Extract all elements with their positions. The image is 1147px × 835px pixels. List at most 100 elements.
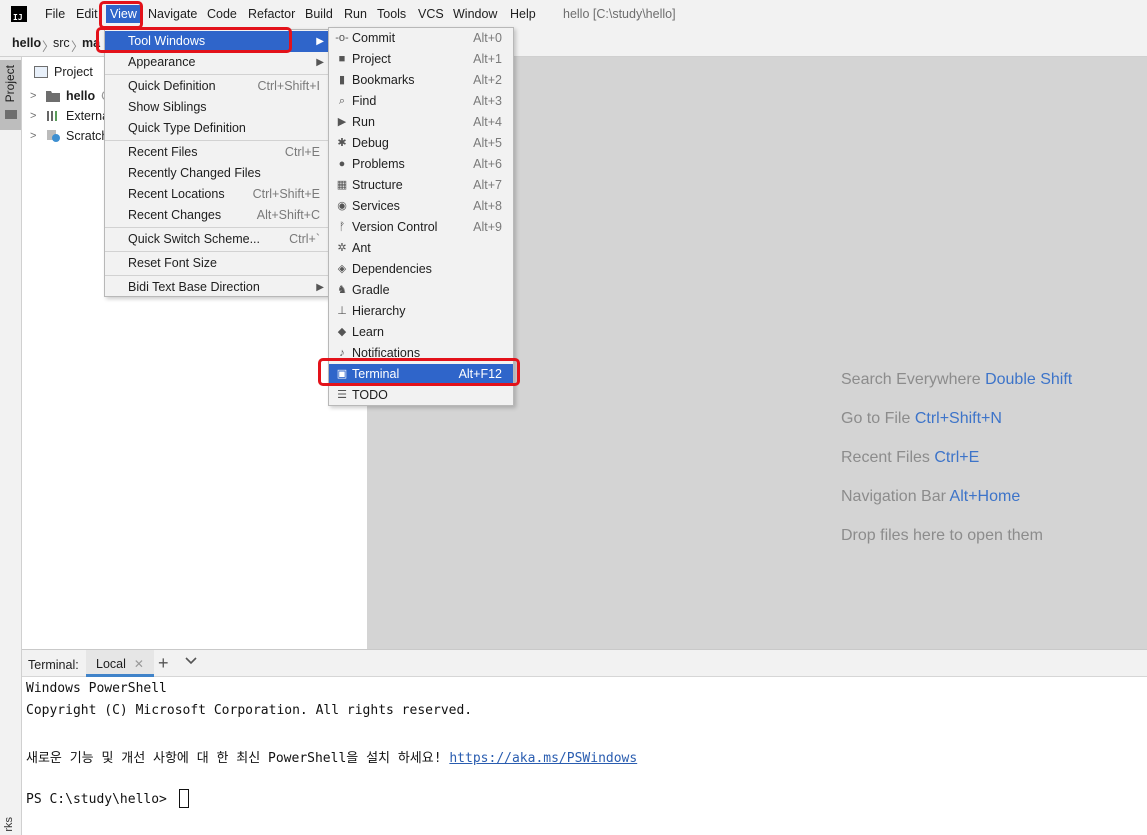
- menu-edit[interactable]: Edit: [76, 7, 98, 21]
- submenu-item-label: Commit: [352, 31, 396, 45]
- menu-item-recent-changes[interactable]: Recent Changes Alt+Shift+C: [105, 205, 328, 226]
- annotation-highlight-view: [99, 1, 143, 29]
- menu-item-quick-switch-scheme[interactable]: Quick Switch Scheme... Ctrl+`: [105, 229, 328, 250]
- project-view-icon: [34, 66, 48, 78]
- menu-separator: [105, 140, 328, 141]
- submenu-item-find[interactable]: ⌕ Find Alt+3: [329, 91, 513, 112]
- commit-icon: -o-: [335, 32, 349, 44]
- menu-item-label: Quick Type Definition: [128, 121, 246, 135]
- submenu-item-label: Version Control: [352, 220, 438, 234]
- chevron-right-icon: ▶: [316, 36, 324, 47]
- submenu-item-hierarchy[interactable]: ⊥ Hierarchy: [329, 301, 513, 322]
- branch-icon: ᚠ: [338, 221, 346, 233]
- chevron-right-icon[interactable]: >: [30, 130, 40, 142]
- menu-item-label: Quick Definition: [128, 79, 216, 93]
- terminal-tab-local[interactable]: Local ✕: [86, 650, 154, 677]
- hint-text: Recent Files: [841, 449, 930, 466]
- menu-item-show-siblings[interactable]: Show Siblings: [105, 97, 328, 118]
- terminal-line: Copyright (C) Microsoft Corporation. All…: [26, 703, 473, 718]
- terminal-line-install: 새로운 기능 및 개선 사항에 대 한 최신 PowerShell을 설치 하세…: [26, 747, 637, 766]
- submenu-item-label: Find: [352, 94, 377, 108]
- menu-run[interactable]: Run: [344, 7, 367, 21]
- menu-item-quick-type-definition[interactable]: Quick Type Definition: [105, 118, 328, 139]
- submenu-item-shortcut: Alt+7: [473, 178, 502, 192]
- submenu-item-gradle[interactable]: ♞ Gradle: [329, 280, 513, 301]
- menu-window[interactable]: Window: [453, 7, 497, 21]
- submenu-item-services[interactable]: ◉ Services Alt+8: [329, 196, 513, 217]
- submenu-item-label: Problems: [352, 157, 405, 171]
- submenu-item-project[interactable]: ■ Project Alt+1: [329, 49, 513, 70]
- menu-item-shortcut: Ctrl+Shift+E: [252, 187, 320, 201]
- layers-icon: ◈: [337, 263, 347, 275]
- list-icon: ☰: [337, 389, 347, 401]
- hint-shortcut: Ctrl+Shift+N: [914, 410, 1002, 427]
- hint-search-everywhere: Search Everywhere Double Shift: [841, 371, 1072, 389]
- chevron-right-icon[interactable]: >: [30, 90, 40, 102]
- warning-icon: ●: [338, 158, 346, 170]
- chevron-right-icon: ▶: [316, 282, 324, 293]
- submenu-item-ant[interactable]: ✲ Ant: [329, 238, 513, 259]
- menu-help[interactable]: Help: [510, 7, 536, 21]
- menu-item-bidi-text-direction[interactable]: Bidi Text Base Direction ▶: [105, 277, 328, 298]
- folder-icon: [46, 91, 60, 102]
- tree-item-external-libraries[interactable]: > Externa: [30, 109, 109, 123]
- submenu-item-bookmarks[interactable]: ▮ Bookmarks Alt+2: [329, 70, 513, 91]
- bookmarks-tool-label[interactable]: rks: [3, 817, 15, 832]
- hint-shortcut: Ctrl+E: [934, 449, 980, 466]
- submenu-item-debug[interactable]: ✱ Debug Alt+5: [329, 133, 513, 154]
- terminal-label: Terminal:: [28, 658, 79, 672]
- chevron-down-icon[interactable]: [184, 656, 198, 666]
- menu-item-recent-files[interactable]: Recent Files Ctrl+E: [105, 142, 328, 163]
- project-panel-header[interactable]: Project: [34, 65, 93, 79]
- menu-item-label: Recent Files: [128, 145, 198, 159]
- hint-text: Search Everywhere: [841, 371, 981, 388]
- terminal-output[interactable]: Windows PowerShell Copyright (C) Microso…: [22, 677, 1147, 835]
- submenu-item-learn[interactable]: ◆ Learn: [329, 322, 513, 343]
- submenu-item-label: Debug: [352, 136, 389, 150]
- submenu-item-label: Run: [352, 115, 375, 129]
- submenu-item-commit[interactable]: -o- Commit Alt+0: [329, 28, 513, 49]
- menu-code[interactable]: Code: [207, 7, 237, 21]
- menu-item-shortcut: Ctrl+E: [284, 145, 320, 159]
- intellij-logo-icon[interactable]: IJ: [11, 6, 27, 22]
- submenu-item-run[interactable]: ▶ Run Alt+4: [329, 112, 513, 133]
- menu-item-quick-definition[interactable]: Quick Definition Ctrl+Shift+I: [105, 76, 328, 97]
- menu-item-recent-locations[interactable]: Recent Locations Ctrl+Shift+E: [105, 184, 328, 205]
- menu-item-reset-font-size[interactable]: Reset Font Size: [105, 253, 328, 274]
- project-tool-button[interactable]: Project: [0, 60, 21, 130]
- add-terminal-icon[interactable]: +: [158, 653, 169, 674]
- terminal-header: Terminal: Local ✕ +: [22, 649, 1147, 677]
- menu-file[interactable]: File: [45, 7, 65, 21]
- close-icon[interactable]: ✕: [134, 657, 144, 674]
- hint-shortcut: Double Shift: [985, 371, 1073, 388]
- menu-refactor[interactable]: Refactor: [248, 7, 295, 21]
- terminal-prompt-line[interactable]: PS C:\study\hello>: [26, 789, 189, 808]
- tree-item-hello[interactable]: > hello C: [30, 89, 110, 103]
- left-tool-strip: Project rks: [0, 57, 22, 835]
- menu-item-label: Bidi Text Base Direction: [128, 280, 260, 294]
- breadcrumb-src[interactable]: src: [53, 36, 70, 50]
- breadcrumb-hello[interactable]: hello: [12, 36, 41, 50]
- chevron-right-icon[interactable]: >: [30, 110, 40, 122]
- menu-navigate[interactable]: Navigate: [148, 7, 197, 21]
- search-icon: ⌕: [338, 95, 346, 107]
- submenu-item-shortcut: Alt+1: [473, 52, 502, 66]
- submenu-item-dependencies[interactable]: ◈ Dependencies: [329, 259, 513, 280]
- powershell-link[interactable]: https://aka.ms/PSWindows: [449, 751, 637, 766]
- menu-item-recently-changed-files[interactable]: Recently Changed Files: [105, 163, 328, 184]
- submenu-item-problems[interactable]: ● Problems Alt+6: [329, 154, 513, 175]
- menu-vcs[interactable]: VCS: [418, 7, 444, 21]
- submenu-item-todo[interactable]: ☰ TODO: [329, 385, 513, 406]
- submenu-item-version-control[interactable]: ᚠ Version Control Alt+9: [329, 217, 513, 238]
- menu-tools[interactable]: Tools: [377, 7, 406, 21]
- menu-item-label: Reset Font Size: [128, 256, 217, 270]
- submenu-item-shortcut: Alt+2: [473, 73, 502, 87]
- submenu-item-structure[interactable]: ▦ Structure Alt+7: [329, 175, 513, 196]
- menu-item-label: Recently Changed Files: [128, 166, 261, 180]
- tree-item-scratches[interactable]: > Scratch: [30, 129, 108, 143]
- submenu-item-label: Learn: [352, 325, 384, 339]
- menu-item-appearance[interactable]: Appearance ▶: [105, 52, 328, 73]
- menu-build[interactable]: Build: [305, 7, 333, 21]
- menu-item-shortcut: Ctrl+`: [289, 232, 320, 246]
- menu-item-shortcut: Alt+Shift+C: [256, 208, 320, 222]
